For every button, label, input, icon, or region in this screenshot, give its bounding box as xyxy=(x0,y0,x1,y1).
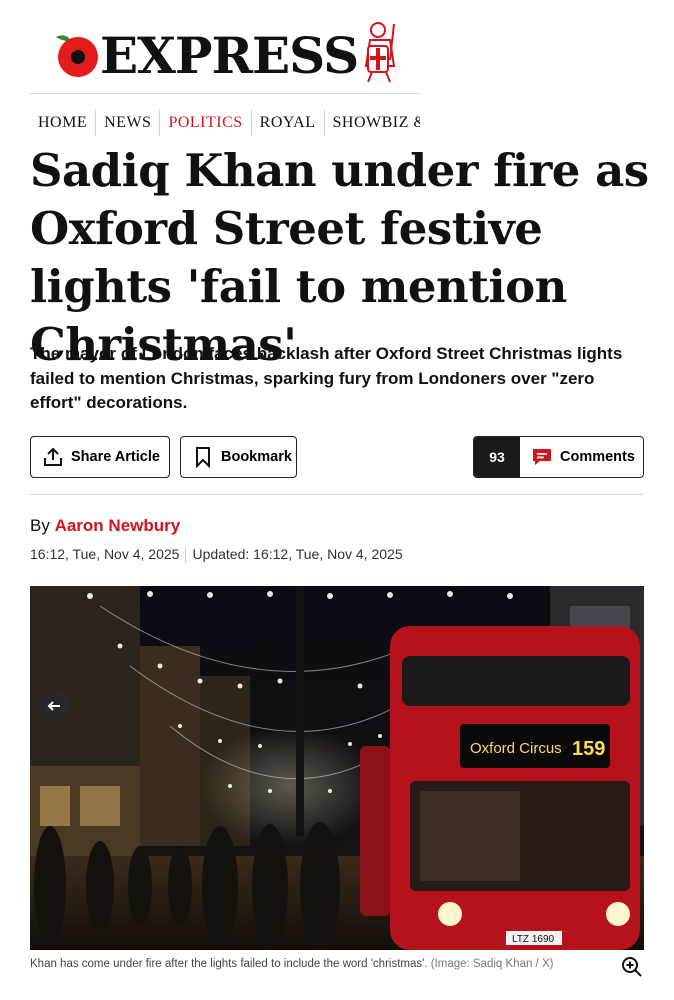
main-nav: HOMENEWSPOLITICSROYALSHOWBIZ & TV xyxy=(30,110,420,140)
share-article-button[interactable]: Share Article xyxy=(30,436,170,478)
share-icon xyxy=(41,445,65,469)
bookmark-label: Bookmark xyxy=(221,449,292,465)
nav-item-home[interactable]: HOME xyxy=(30,110,95,136)
comments-count-badge: 93 xyxy=(474,437,520,477)
crusader-logo-icon xyxy=(364,22,396,83)
image-credit: (Image: Sadiq Khan / X) xyxy=(430,958,554,970)
date-separator xyxy=(185,547,187,564)
nav-item-politics[interactable]: POLITICS xyxy=(159,110,250,136)
divider xyxy=(30,494,644,495)
byline-prefix: By xyxy=(30,516,50,535)
nav-item-royal[interactable]: ROYAL xyxy=(250,110,324,136)
bookmark-icon xyxy=(191,445,215,469)
previous-image-button[interactable] xyxy=(38,690,70,722)
article-standfirst: The mayor of London faces backlash after… xyxy=(30,344,623,412)
hero-image[interactable]: Oxford Circus 159 LTZ 1690 xyxy=(30,586,644,950)
author-link[interactable]: Aaron Newbury xyxy=(55,516,181,535)
article-dates: 16:12, Tue, Nov 4, 2025 Updated: 16:12, T… xyxy=(30,546,403,564)
arrow-left-icon xyxy=(47,701,60,711)
byline: By Aaron Newbury xyxy=(30,516,180,536)
poppy-logo-icon xyxy=(56,35,98,77)
image-caption: Khan has come under fire after the light… xyxy=(30,958,553,970)
bus-destination: Oxford Circus xyxy=(470,740,562,757)
bookmark-button[interactable]: Bookmark xyxy=(180,436,297,478)
bus-plate: LTZ 1690 xyxy=(512,934,554,945)
nav-item-news[interactable]: NEWS xyxy=(95,110,159,136)
nav-item-showbiz[interactable]: SHOWBIZ & TV xyxy=(323,110,420,136)
comments-button[interactable]: 93 Comments xyxy=(473,436,644,478)
comment-bubble-icon xyxy=(530,445,554,469)
article-headline: Sadiq Khan under fire as Oxford Street f… xyxy=(30,144,649,371)
updated-date: Updated: 16:12, Tue, Nov 4, 2025 xyxy=(192,546,403,562)
bus-route: 159 xyxy=(572,738,605,760)
caption-text: Khan has come under fire after the light… xyxy=(30,958,428,970)
share-label: Share Article xyxy=(71,449,160,465)
published-date: 16:12, Tue, Nov 4, 2025 xyxy=(30,546,180,562)
zoom-in-icon[interactable] xyxy=(620,955,644,979)
masthead: EXPRESS xyxy=(30,14,420,94)
site-logo[interactable]: EXPRESS xyxy=(100,28,359,84)
comments-label: Comments xyxy=(560,449,635,465)
